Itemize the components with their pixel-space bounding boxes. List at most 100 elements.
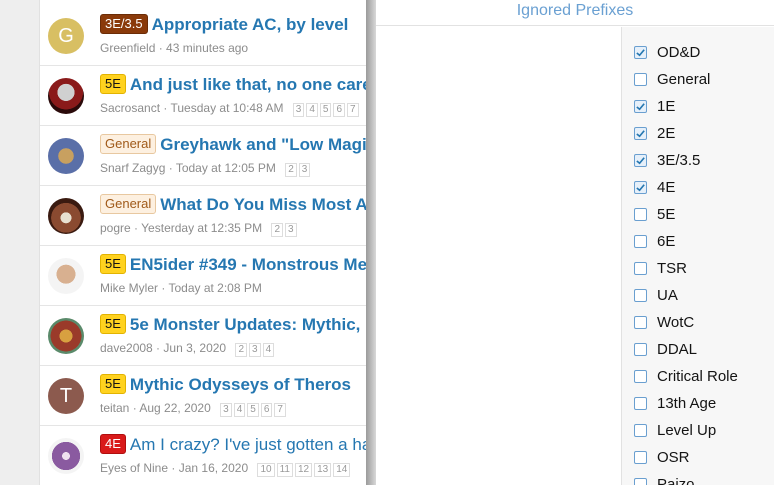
prefix-badge[interactable]: General <box>100 194 157 214</box>
thread-title-link[interactable]: Appropriate AC, by level <box>152 15 349 34</box>
thread-row[interactable]: 5E 5e Monster Updates: Mythic, dave2008 ·… <box>40 306 366 366</box>
thread-row[interactable]: General What Do You Miss Most A pogre · Y… <box>40 186 366 246</box>
checkbox[interactable] <box>634 99 647 113</box>
prefix-option[interactable]: Paizo <box>634 472 695 485</box>
thread-author[interactable]: pogre <box>100 221 131 235</box>
page-link[interactable]: 2 <box>271 223 284 237</box>
page-link[interactable]: 2 <box>285 163 297 177</box>
page-link[interactable]: 6 <box>260 403 273 417</box>
thread-author[interactable]: dave2008 <box>100 341 153 355</box>
thread-time[interactable]: Today at 2:08 PM <box>168 281 261 295</box>
checkbox[interactable] <box>634 315 647 329</box>
prefix-option[interactable]: OD&D <box>634 40 700 64</box>
prefix-option[interactable]: 2E <box>634 121 675 145</box>
avatar[interactable] <box>48 78 84 114</box>
page-link[interactable]: 5 <box>247 403 259 417</box>
thread-title-link[interactable]: EN5ider #349 - Monstrous Me <box>130 255 366 274</box>
avatar[interactable] <box>48 198 84 234</box>
page-link[interactable]: 11 <box>276 463 293 477</box>
page-link[interactable]: 12 <box>294 463 313 477</box>
prefix-option[interactable]: Level Up <box>634 418 716 442</box>
checkbox[interactable] <box>634 126 647 140</box>
prefix-badge[interactable]: 4E <box>100 434 126 454</box>
checkbox[interactable] <box>634 423 647 437</box>
prefix-badge[interactable]: 5E <box>100 74 126 94</box>
thread-time[interactable]: Jun 3, 2020 <box>163 341 226 355</box>
avatar[interactable] <box>48 138 84 174</box>
page-link[interactable]: 10 <box>257 463 275 477</box>
avatar[interactable]: T <box>48 378 84 414</box>
thread-row[interactable]: 4E Am I crazy? I've just gotten a ha Eyes… <box>40 426 366 485</box>
prefix-option[interactable]: WotC <box>634 310 694 334</box>
prefix-option[interactable]: General <box>634 67 710 91</box>
thread-title-link[interactable]: What Do You Miss Most A <box>160 195 366 214</box>
page-link[interactable]: 4 <box>262 343 275 357</box>
checkbox[interactable] <box>634 180 647 194</box>
checkbox[interactable] <box>634 342 647 356</box>
page-link[interactable]: 5 <box>319 103 332 117</box>
prefix-option[interactable]: TSR <box>634 256 687 280</box>
checkbox[interactable] <box>634 396 647 410</box>
avatar[interactable] <box>48 318 84 354</box>
prefix-option[interactable]: 6E <box>634 229 675 253</box>
prefix-option[interactable]: 13th Age <box>634 391 716 415</box>
thread-author[interactable]: Eyes of Nine <box>100 461 168 475</box>
checkbox[interactable] <box>634 288 647 302</box>
prefix-option[interactable]: 5E <box>634 202 675 226</box>
thread-title-link[interactable]: Mythic Odysseys of Theros <box>130 375 351 394</box>
page-link[interactable]: 3 <box>249 343 261 357</box>
thread-title-link[interactable]: Greyhawk and "Low Magi <box>160 135 366 154</box>
thread-row[interactable]: General Greyhawk and "Low Magi Snarf Zagy… <box>40 126 366 186</box>
thread-author[interactable]: Sacrosanct <box>100 101 160 115</box>
checkbox[interactable] <box>634 45 647 59</box>
prefix-option[interactable]: OSR <box>634 445 690 469</box>
checkbox[interactable] <box>634 450 647 464</box>
page-link[interactable]: 3 <box>298 163 311 177</box>
thread-time[interactable]: Aug 22, 2020 <box>139 401 210 415</box>
prefix-option[interactable]: Critical Role <box>634 364 738 388</box>
prefix-option[interactable]: 4E <box>634 175 675 199</box>
thread-time[interactable]: Tuesday at 10:48 AM <box>170 101 283 115</box>
avatar[interactable]: G <box>48 18 84 54</box>
thread-title-link[interactable]: Am I crazy? I've just gotten a ha <box>130 435 366 454</box>
prefix-option[interactable]: 1E <box>634 94 675 118</box>
page-link[interactable]: 14 <box>333 463 351 477</box>
thread-row[interactable]: G 3E/3.5 Appropriate AC, by level Greenfi… <box>40 6 366 66</box>
prefix-badge[interactable]: 3E/3.5 <box>100 14 148 34</box>
thread-time[interactable]: 43 minutes ago <box>166 41 248 55</box>
thread-title-link[interactable]: And just like that, no one care <box>130 75 366 94</box>
page-link[interactable]: 3 <box>285 223 297 237</box>
thread-author[interactable]: teitan <box>100 401 129 415</box>
prefix-badge[interactable]: 5E <box>100 374 126 394</box>
thread-row[interactable]: T 5E Mythic Odysseys of Theros teitan · A… <box>40 366 366 426</box>
thread-author[interactable]: Snarf Zagyg <box>100 161 165 175</box>
thread-time[interactable]: Yesterday at 12:35 PM <box>141 221 262 235</box>
thread-row[interactable]: 5E And just like that, no one care Sacros… <box>40 66 366 126</box>
page-link[interactable]: 2 <box>235 343 248 357</box>
prefix-badge[interactable]: 5E <box>100 254 126 274</box>
page-link[interactable]: 13 <box>314 463 332 477</box>
page-link[interactable]: 7 <box>274 403 286 417</box>
prefix-badge[interactable]: 5E <box>100 314 126 334</box>
checkbox[interactable] <box>634 207 647 221</box>
prefix-option[interactable]: 3E/3.5 <box>634 148 700 172</box>
thread-time[interactable]: Today at 12:05 PM <box>176 161 276 175</box>
page-link[interactable]: 7 <box>347 103 359 117</box>
thread-time[interactable]: Jan 16, 2020 <box>179 461 248 475</box>
page-link[interactable]: 6 <box>333 103 346 117</box>
page-link[interactable]: 4 <box>233 403 246 417</box>
checkbox[interactable] <box>634 369 647 383</box>
checkbox[interactable] <box>634 72 647 86</box>
checkbox[interactable] <box>634 261 647 275</box>
thread-title-link[interactable]: 5e Monster Updates: Mythic, <box>130 315 361 334</box>
page-link[interactable]: 3 <box>292 103 305 117</box>
prefix-badge[interactable]: General <box>100 134 157 154</box>
thread-author[interactable]: Mike Myler <box>100 281 158 295</box>
page-link[interactable]: 3 <box>220 403 232 417</box>
thread-row[interactable]: 5E EN5ider #349 - Monstrous Me Mike Myler… <box>40 246 366 306</box>
prefix-option[interactable]: UA <box>634 283 678 307</box>
avatar[interactable] <box>48 438 84 474</box>
prefix-option[interactable]: DDAL <box>634 337 697 361</box>
thread-author[interactable]: Greenfield <box>100 41 155 55</box>
checkbox[interactable] <box>634 477 647 485</box>
